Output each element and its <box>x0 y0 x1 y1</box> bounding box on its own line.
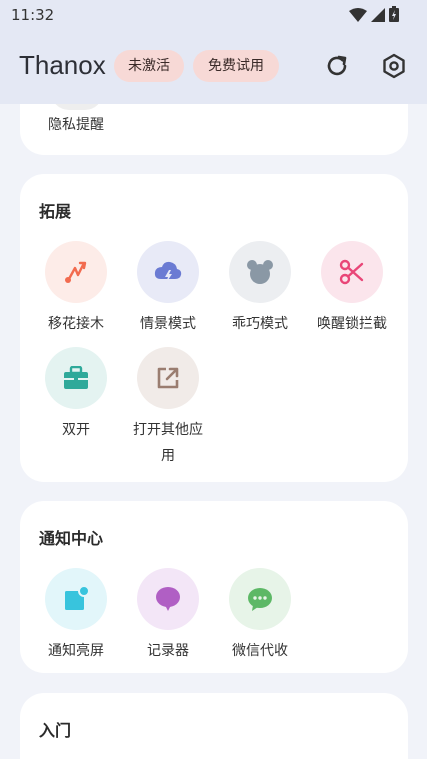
status-bar: 11:32 <box>0 0 427 30</box>
bear-icon <box>229 241 291 303</box>
tile-notification-wakeup[interactable]: 通知亮屏 <box>30 568 122 664</box>
tile-label: 情景模式 <box>140 316 196 332</box>
tile-label: 乖巧模式 <box>232 316 288 332</box>
privacy-reminder-label[interactable]: 隐私提醒 <box>34 114 118 134</box>
privacy-reminder-icon[interactable] <box>51 104 103 110</box>
battery-charging-icon <box>389 6 399 26</box>
tile-transplant[interactable]: 移花接木 <box>30 241 122 337</box>
tile-label: 通知亮屏 <box>48 643 104 659</box>
tile-docile-mode[interactable]: 乖巧模式 <box>214 241 306 337</box>
open-external-icon <box>137 347 199 409</box>
tile-scene-mode[interactable]: 情景模式 <box>122 241 214 337</box>
intro-title: 入门 <box>39 721 72 740</box>
tile-open-other-app[interactable]: 打开其他应用 <box>122 347 214 469</box>
extension-title: 拓展 <box>39 202 72 221</box>
briefcase-icon <box>45 347 107 409</box>
settings-hexagon-icon[interactable] <box>378 50 410 82</box>
notification-title: 通知中心 <box>39 529 104 548</box>
notification-card: 通知中心 通知亮屏 记录器 微信代收 <box>20 501 408 673</box>
tile-label: 移花接木 <box>48 316 104 332</box>
chat-bubble-icon <box>137 568 199 630</box>
app-bar: Thanox 未激活 免费试用 <box>0 30 427 104</box>
tile-label: 双开 <box>62 422 90 438</box>
intro-card: 入门 <box>20 693 408 759</box>
chat-dots-icon <box>229 568 291 630</box>
free-trial-chip[interactable]: 免费试用 <box>193 50 279 82</box>
tile-label: 微信代收 <box>232 643 288 659</box>
signal-icon <box>371 7 385 26</box>
tile-wechat-receive[interactable]: 微信代收 <box>214 568 306 664</box>
tile-recorder[interactable]: 记录器 <box>122 568 214 664</box>
tile-dual-app[interactable]: 双开 <box>30 347 122 443</box>
tile-label: 唤醒锁拦截 <box>317 316 387 332</box>
not-activated-chip[interactable]: 未激活 <box>114 50 184 82</box>
refresh-icon[interactable] <box>321 50 353 82</box>
extension-card: 拓展 移花接木 情景模式 乖巧模式 唤醒锁拦截 双开 打开其他应用 <box>20 174 408 482</box>
scissors-icon <box>321 241 383 303</box>
privacy-card: 隐私提醒 <box>20 104 408 155</box>
tile-label: 记录器 <box>147 643 189 659</box>
notification-dot-icon <box>45 568 107 630</box>
cloud-lightning-icon <box>137 241 199 303</box>
app-title: Thanox <box>19 50 106 80</box>
route-icon <box>45 241 107 303</box>
status-time: 11:32 <box>11 6 55 24</box>
status-icons <box>349 6 399 26</box>
wifi-icon <box>349 7 367 26</box>
main-content[interactable]: 隐私提醒 拓展 移花接木 情景模式 乖巧模式 唤醒锁拦截 双开 打开其他应用 通… <box>0 104 427 759</box>
tile-wakelock-block[interactable]: 唤醒锁拦截 <box>306 241 398 337</box>
tile-label: 打开其他应用 <box>133 422 203 464</box>
